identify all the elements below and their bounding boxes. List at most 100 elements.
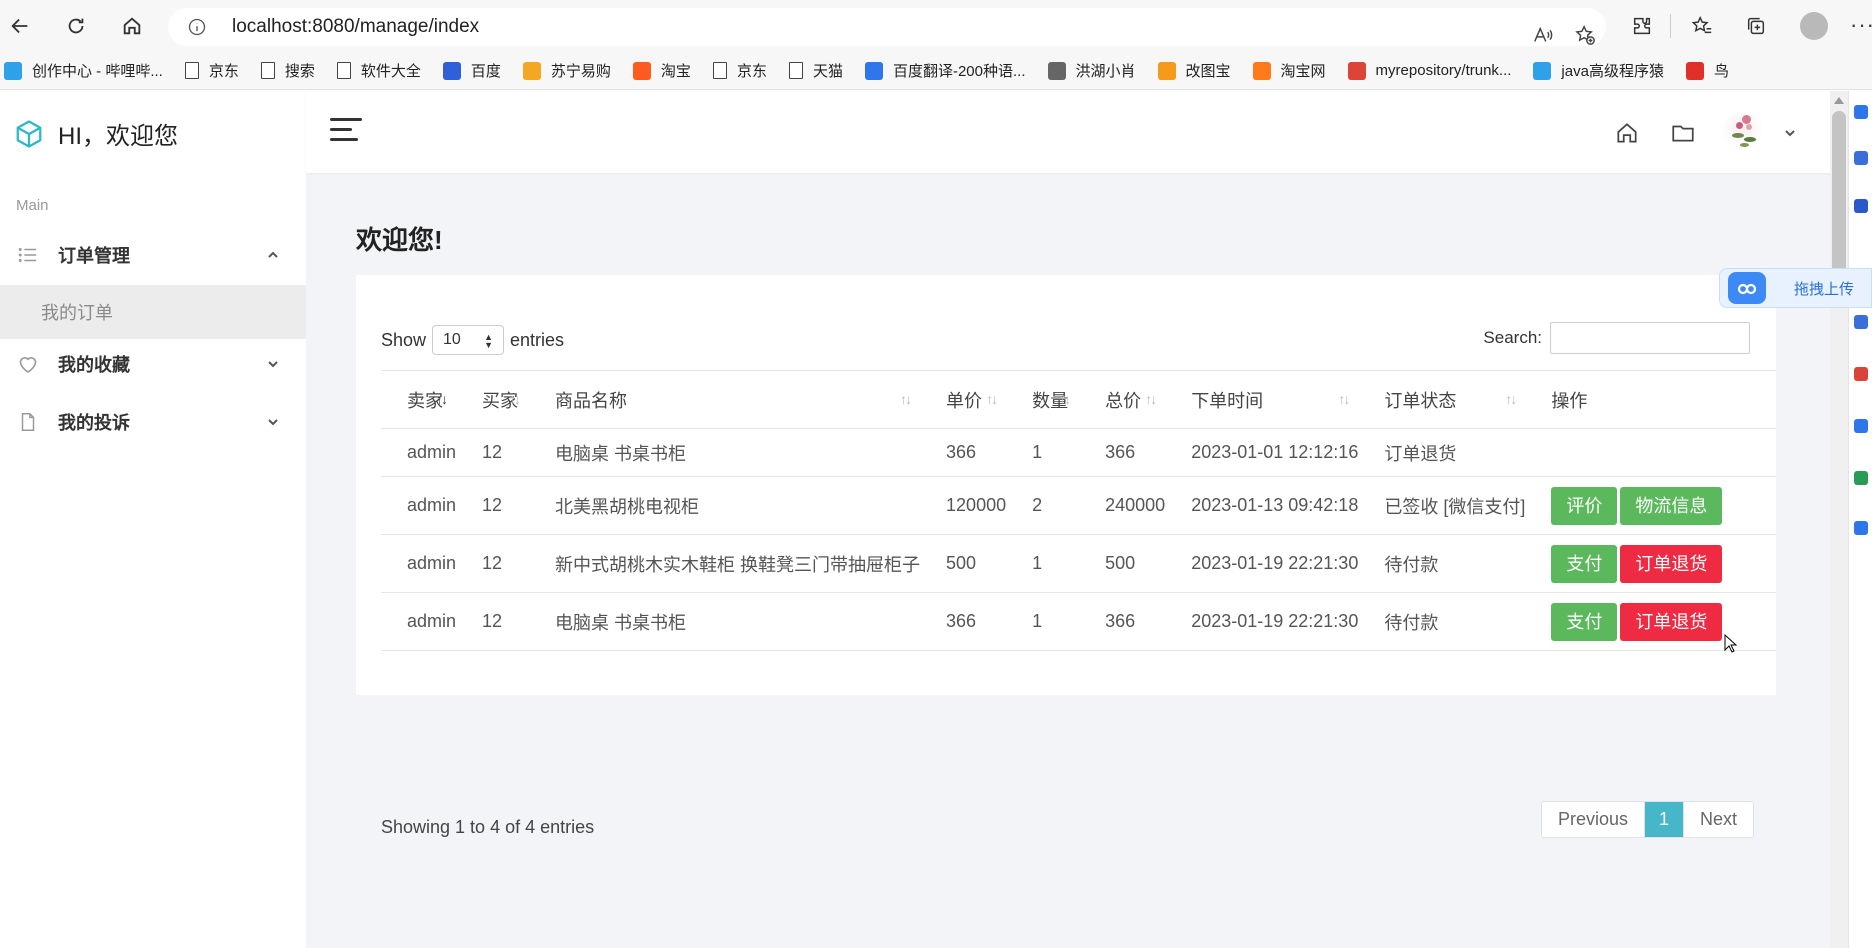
bookmark-item[interactable]: 天猫 bbox=[788, 60, 843, 81]
bookmark-label: 洪湖小肖 bbox=[1075, 63, 1136, 80]
next-button[interactable]: Next bbox=[1683, 802, 1754, 837]
cell-status: 已签收 [微信支付] bbox=[1358, 476, 1526, 535]
cell-buyer: 12 bbox=[456, 534, 530, 593]
action-button[interactable]: 支付 bbox=[1551, 602, 1618, 641]
bookmark-item[interactable]: 淘宝网 bbox=[1252, 60, 1326, 81]
sort-icon: ↑↓ bbox=[509, 391, 521, 407]
sort-icon: ↑↓ bbox=[1145, 391, 1157, 407]
scroll-thumb[interactable] bbox=[1832, 111, 1846, 291]
action-button[interactable]: 订单退货 bbox=[1620, 602, 1723, 641]
info-icon[interactable] bbox=[186, 16, 208, 38]
column-header-total[interactable]: 总价 ↑↓ bbox=[1079, 370, 1166, 429]
cell-actions: 支付 订单退货 bbox=[1525, 592, 1776, 651]
home-icon[interactable] bbox=[1614, 120, 1640, 146]
search-input[interactable] bbox=[1550, 322, 1750, 354]
column-header-seller[interactable]: 卖家 ↑↓ bbox=[381, 370, 457, 429]
browser-toolbar: localhost:8080/manage/index ··· bbox=[0, 0, 1872, 52]
action-button[interactable]: 评价 bbox=[1551, 486, 1618, 525]
chevron-down-icon[interactable] bbox=[1783, 126, 1797, 140]
sidebar-item-favorites[interactable]: 我的收藏 bbox=[0, 336, 306, 392]
column-header-product[interactable]: 商品名称 ↑↓ bbox=[529, 370, 921, 429]
suning-icon bbox=[522, 61, 541, 80]
cell-total: 366 bbox=[1079, 428, 1166, 477]
drag-upload-widget[interactable]: 拖拽上传 bbox=[1719, 268, 1872, 308]
search-icon[interactable] bbox=[1854, 105, 1868, 119]
column-header-order-time[interactable]: 下单时间 ↑↓ bbox=[1165, 370, 1359, 429]
bookmark-item[interactable]: myrepository/trunk... bbox=[1347, 61, 1511, 80]
bookmark-item[interactable]: 京东 bbox=[184, 60, 239, 81]
column-header-price[interactable]: 单价 ↑↓ bbox=[920, 370, 1007, 429]
office-icon[interactable] bbox=[1854, 367, 1868, 381]
user-avatar[interactable] bbox=[1722, 111, 1766, 155]
read-aloud-icon[interactable] bbox=[1530, 22, 1556, 48]
add-favorite-icon[interactable] bbox=[1572, 22, 1598, 48]
cell-seller: admin bbox=[381, 592, 457, 651]
sidebar-item-complaints[interactable]: 我的投诉 bbox=[0, 394, 306, 450]
column-header-quantity[interactable]: 数量 ↑↓ bbox=[1006, 370, 1080, 429]
cell-product: 北美黑胡桃电视柜 bbox=[529, 476, 921, 535]
cell-quantity: 2 bbox=[1006, 476, 1080, 535]
page-1-button[interactable]: 1 bbox=[1644, 802, 1684, 837]
chevron-down-icon bbox=[268, 419, 278, 426]
show-label: Show bbox=[381, 329, 427, 350]
bookmark-item[interactable]: java高级程序猿 bbox=[1533, 60, 1664, 81]
bookmark-item[interactable]: 百度 bbox=[442, 60, 501, 81]
action-button[interactable]: 物流信息 bbox=[1620, 486, 1723, 525]
bookmark-item[interactable]: 洪湖小肖 bbox=[1047, 60, 1136, 81]
scroll-up-arrow-icon[interactable] bbox=[1834, 97, 1844, 104]
tree-icon[interactable] bbox=[1854, 471, 1868, 485]
page-icon bbox=[260, 62, 275, 79]
bookmark-label: 搜索 bbox=[284, 63, 315, 80]
profile-avatar[interactable] bbox=[1800, 12, 1828, 40]
favorites-icon[interactable] bbox=[1688, 12, 1716, 40]
bookmark-item[interactable]: 百度翻译-200种语... bbox=[864, 60, 1026, 81]
sidebar-item-orders[interactable]: 订单管理 bbox=[0, 227, 306, 283]
bookmark-label: 改图宝 bbox=[1185, 63, 1231, 80]
shopping-icon[interactable] bbox=[1854, 151, 1868, 165]
page-length-select[interactable]: 10 ▲ ▼ bbox=[432, 325, 505, 355]
bookmark-item[interactable]: 淘宝 bbox=[632, 60, 691, 81]
bookmark-item[interactable]: 创作中心 - 哔哩哔... bbox=[4, 60, 163, 81]
collections-icon[interactable] bbox=[1742, 12, 1770, 40]
url-text[interactable]: localhost:8080/manage/index bbox=[232, 16, 479, 38]
bilibili-icon bbox=[4, 61, 22, 80]
action-button[interactable]: 订单退货 bbox=[1620, 544, 1723, 583]
back-arrow-icon[interactable] bbox=[6, 12, 34, 40]
menu-toggle-icon[interactable] bbox=[330, 118, 362, 144]
bookmark-label: 淘宝 bbox=[660, 63, 691, 80]
page-scrollbar[interactable] bbox=[1830, 91, 1848, 948]
address-bar[interactable]: localhost:8080/manage/index bbox=[168, 8, 1606, 46]
action-button[interactable]: 支付 bbox=[1551, 544, 1618, 583]
bookmark-item[interactable]: 软件大全 bbox=[336, 60, 421, 81]
sidebar-item-label: 我的投诉 bbox=[58, 413, 130, 433]
bookmark-item[interactable]: 鸟 bbox=[1685, 60, 1729, 81]
tools-icon[interactable] bbox=[1854, 199, 1868, 213]
page-icon bbox=[712, 62, 727, 79]
cube-icon bbox=[16, 119, 42, 148]
folder-icon[interactable] bbox=[1670, 120, 1696, 146]
bookmark-item[interactable]: 改图宝 bbox=[1157, 60, 1231, 81]
people-icon[interactable] bbox=[1854, 315, 1868, 329]
brand[interactable]: HI，欢迎您 bbox=[14, 116, 178, 151]
mouse-cursor-icon bbox=[1724, 634, 1738, 653]
bookmark-label: 创作中心 - 哔哩哔... bbox=[32, 63, 163, 80]
bookmark-item[interactable]: 搜索 bbox=[260, 60, 315, 81]
search-control: Search: bbox=[1483, 322, 1750, 354]
outlook-icon[interactable] bbox=[1854, 419, 1868, 433]
sort-icon: ↑↓ bbox=[986, 391, 998, 407]
sidebar-subitem-my-orders[interactable]: 我的订单 bbox=[0, 285, 306, 339]
table-row: admin 12 电脑桌 书桌书柜 366 1 366 2023-01-01 12:12:1… bbox=[381, 428, 1776, 477]
extensions-icon[interactable] bbox=[1628, 12, 1656, 40]
refresh-icon[interactable] bbox=[62, 12, 90, 40]
column-header-buyer[interactable]: 买家 ↑↓ bbox=[456, 370, 530, 429]
home-icon[interactable] bbox=[118, 12, 146, 40]
bookmark-item[interactable]: 京东 bbox=[712, 60, 767, 81]
column-header-status[interactable]: 订单状态 ↑↓ bbox=[1358, 370, 1526, 429]
previous-button[interactable]: Previous bbox=[1542, 802, 1645, 837]
cell-product: 新中式胡桃木实木鞋柜 换鞋凳三门带抽屉柜子 bbox=[529, 534, 921, 593]
bookmark-label: 百度 bbox=[470, 63, 501, 80]
send-icon[interactable] bbox=[1854, 521, 1868, 535]
bookmark-item[interactable]: 苏宁易购 bbox=[522, 60, 611, 81]
more-menu-icon[interactable]: ··· bbox=[1850, 12, 1872, 38]
sidebar-item-label: 我的收藏 bbox=[58, 355, 130, 375]
